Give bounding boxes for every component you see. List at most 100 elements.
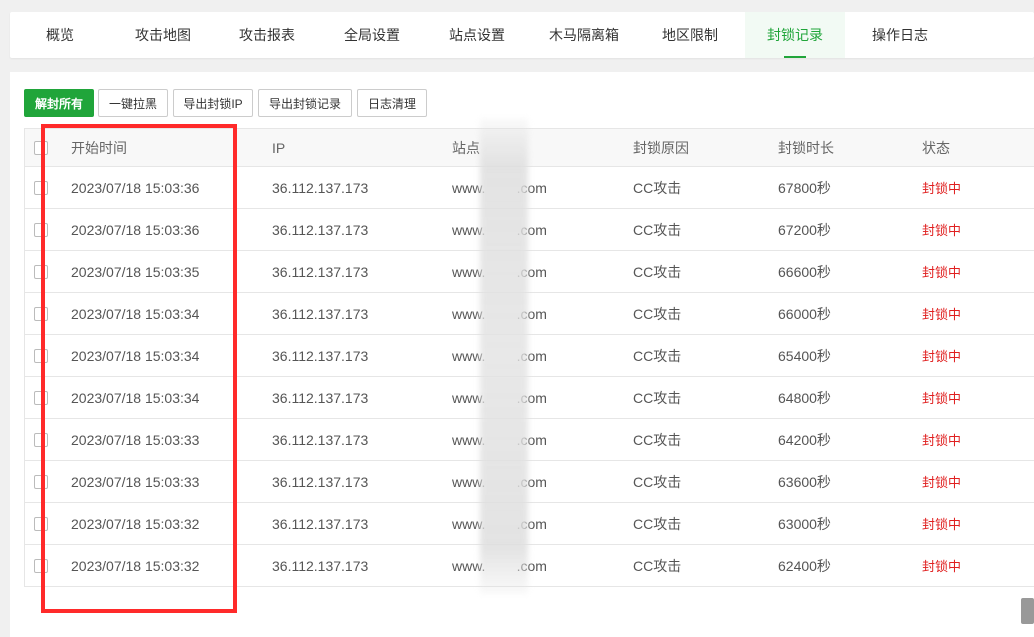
status-badge: 封锁中 — [922, 307, 962, 322]
row-checkbox[interactable] — [34, 558, 48, 573]
row-checkbox[interactable] — [34, 390, 48, 405]
row-checkbox[interactable] — [34, 306, 48, 321]
cell-reason: CC攻击 — [633, 221, 682, 238]
table-row: 2023/07/18 15:03:34 36.112.137.173 www. .c… — [25, 293, 1034, 335]
cell-status: 封锁中 — [922, 251, 961, 292]
table-row: 2023/07/18 15:03:33 36.112.137.173 www. .c… — [25, 461, 1034, 503]
table-row: 2023/07/18 15:03:35 36.112.137.173 www. .c… — [25, 251, 1034, 293]
export-blocked-ip-button[interactable]: 导出封锁IP — [173, 89, 253, 117]
cell-duration: 66000秒 — [778, 305, 831, 322]
cell-site: www. .com — [452, 179, 547, 196]
cell-status: 封锁中 — [922, 209, 961, 250]
table-row: 2023/07/18 15:03:36 36.112.137.173 www. .c… — [25, 167, 1034, 209]
cell-ip: 36.112.137.173 — [272, 347, 369, 364]
clear-log-button[interactable]: 日志清理 — [357, 89, 427, 117]
cell-reason: CC攻击 — [633, 557, 682, 574]
row-checkbox[interactable] — [34, 222, 48, 237]
row-checkbox[interactable] — [34, 180, 48, 195]
tab-label: 攻击报表 — [239, 27, 295, 43]
status-badge: 封锁中 — [922, 433, 962, 448]
cell-ip: 36.112.137.173 — [272, 431, 369, 448]
table-row: 2023/07/18 15:03:32 36.112.137.173 www. .c… — [25, 503, 1034, 545]
table-row: 2023/07/18 15:03:33 36.112.137.173 www. .c… — [25, 419, 1034, 461]
unblock-all-button[interactable]: 解封所有 — [24, 89, 94, 117]
cell-start-time: 2023/07/18 15:03:36 — [71, 221, 200, 238]
cell-duration: 67800秒 — [778, 179, 831, 196]
status-badge: 封锁中 — [922, 349, 962, 364]
column-header-start-time[interactable]: 开始时间 — [71, 129, 127, 166]
status-badge: 封锁中 — [922, 223, 962, 238]
status-badge: 封锁中 — [922, 475, 962, 490]
cell-duration: 63000秒 — [778, 515, 831, 532]
cell-ip: 36.112.137.173 — [272, 263, 369, 280]
cell-start-time: 2023/07/18 15:03:35 — [71, 263, 200, 280]
table-body: 2023/07/18 15:03:36 36.112.137.173 www. .c… — [25, 167, 1034, 587]
row-checkbox[interactable] — [34, 474, 48, 489]
tab-trojan-quarantine[interactable]: 木马隔离箱 — [530, 12, 638, 58]
select-all-checkbox[interactable] — [34, 140, 48, 155]
tab-label: 封锁记录 — [767, 27, 823, 43]
tab-attack-map[interactable]: 攻击地图 — [112, 12, 214, 58]
row-checkbox[interactable] — [34, 432, 48, 447]
cell-status: 封锁中 — [922, 377, 961, 418]
cell-site: www. .com — [452, 515, 547, 532]
row-checkbox[interactable] — [34, 264, 48, 279]
status-badge: 封锁中 — [922, 181, 962, 196]
tab-label: 木马隔离箱 — [549, 27, 619, 43]
tab-bar: 概览 攻击地图 攻击报表 全局设置 站点设置 木马隔离箱 地区限制 封锁记录 操… — [10, 12, 1034, 58]
tab-global-settings[interactable]: 全局设置 — [320, 12, 424, 58]
cell-start-time: 2023/07/18 15:03:34 — [71, 305, 200, 322]
cell-duration: 64800秒 — [778, 389, 831, 406]
cell-site: www. .com — [452, 347, 547, 364]
tab-label: 概览 — [46, 27, 74, 43]
tab-region-limit[interactable]: 地区限制 — [640, 12, 740, 58]
cell-status: 封锁中 — [922, 167, 961, 208]
export-block-records-button[interactable]: 导出封锁记录 — [258, 89, 352, 117]
tab-label: 攻击地图 — [135, 27, 191, 43]
tab-overview[interactable]: 概览 — [10, 12, 110, 58]
cell-ip: 36.112.137.173 — [272, 389, 369, 406]
cell-reason: CC攻击 — [633, 473, 682, 490]
column-header-reason[interactable]: 封锁原因 — [633, 129, 689, 166]
cell-start-time: 2023/07/18 15:03:32 — [71, 557, 200, 574]
cell-ip: 36.112.137.173 — [272, 515, 369, 532]
cell-start-time: 2023/07/18 15:03:32 — [71, 515, 200, 532]
cell-duration: 64200秒 — [778, 431, 831, 448]
row-checkbox[interactable] — [34, 348, 48, 363]
cell-site: www. .com — [452, 473, 547, 490]
cell-reason: CC攻击 — [633, 263, 682, 280]
active-tab-indicator — [784, 56, 806, 58]
cell-status: 封锁中 — [922, 335, 961, 376]
tab-label: 站点设置 — [449, 27, 505, 43]
cell-status: 封锁中 — [922, 293, 961, 334]
cell-start-time: 2023/07/18 15:03:36 — [71, 179, 200, 196]
row-checkbox[interactable] — [34, 516, 48, 531]
tab-attack-report[interactable]: 攻击报表 — [216, 12, 318, 58]
tab-block-records[interactable]: 封锁记录 — [745, 12, 845, 58]
block-records-table: 开始时间 IP 站点 封锁原因 封锁时长 状态 2023/07/18 15:03… — [24, 128, 1034, 587]
cell-ip: 36.112.137.173 — [272, 305, 369, 322]
tab-site-settings[interactable]: 站点设置 — [426, 12, 528, 58]
cell-status: 封锁中 — [922, 461, 961, 502]
cell-duration: 62400秒 — [778, 557, 831, 574]
column-header-duration[interactable]: 封锁时长 — [778, 129, 834, 166]
cell-status: 封锁中 — [922, 419, 961, 460]
cell-duration: 66600秒 — [778, 263, 831, 280]
cell-ip: 36.112.137.173 — [272, 473, 369, 490]
column-header-status[interactable]: 状态 — [922, 129, 950, 166]
cell-start-time: 2023/07/18 15:03:34 — [71, 347, 200, 364]
table-row: 2023/07/18 15:03:36 36.112.137.173 www. .c… — [25, 209, 1034, 251]
cell-reason: CC攻击 — [633, 431, 682, 448]
column-header-site[interactable]: 站点 — [452, 129, 480, 166]
tab-operation-log[interactable]: 操作日志 — [850, 12, 950, 58]
cell-start-time: 2023/07/18 15:03:34 — [71, 389, 200, 406]
column-header-ip[interactable]: IP — [272, 129, 285, 166]
block-records-panel: 解封所有 一键拉黑 导出封锁IP 导出封锁记录 日志清理 开始时间 IP 站点 … — [10, 72, 1034, 637]
cell-site: www. .com — [452, 305, 547, 322]
scrollbar-thumb[interactable] — [1021, 598, 1034, 624]
cell-site: www. .com — [452, 557, 547, 574]
cell-ip: 36.112.137.173 — [272, 179, 369, 196]
one-click-blacklist-button[interactable]: 一键拉黑 — [98, 89, 168, 117]
table-header: 开始时间 IP 站点 封锁原因 封锁时长 状态 — [25, 129, 1034, 167]
cell-site: www. .com — [452, 431, 547, 448]
